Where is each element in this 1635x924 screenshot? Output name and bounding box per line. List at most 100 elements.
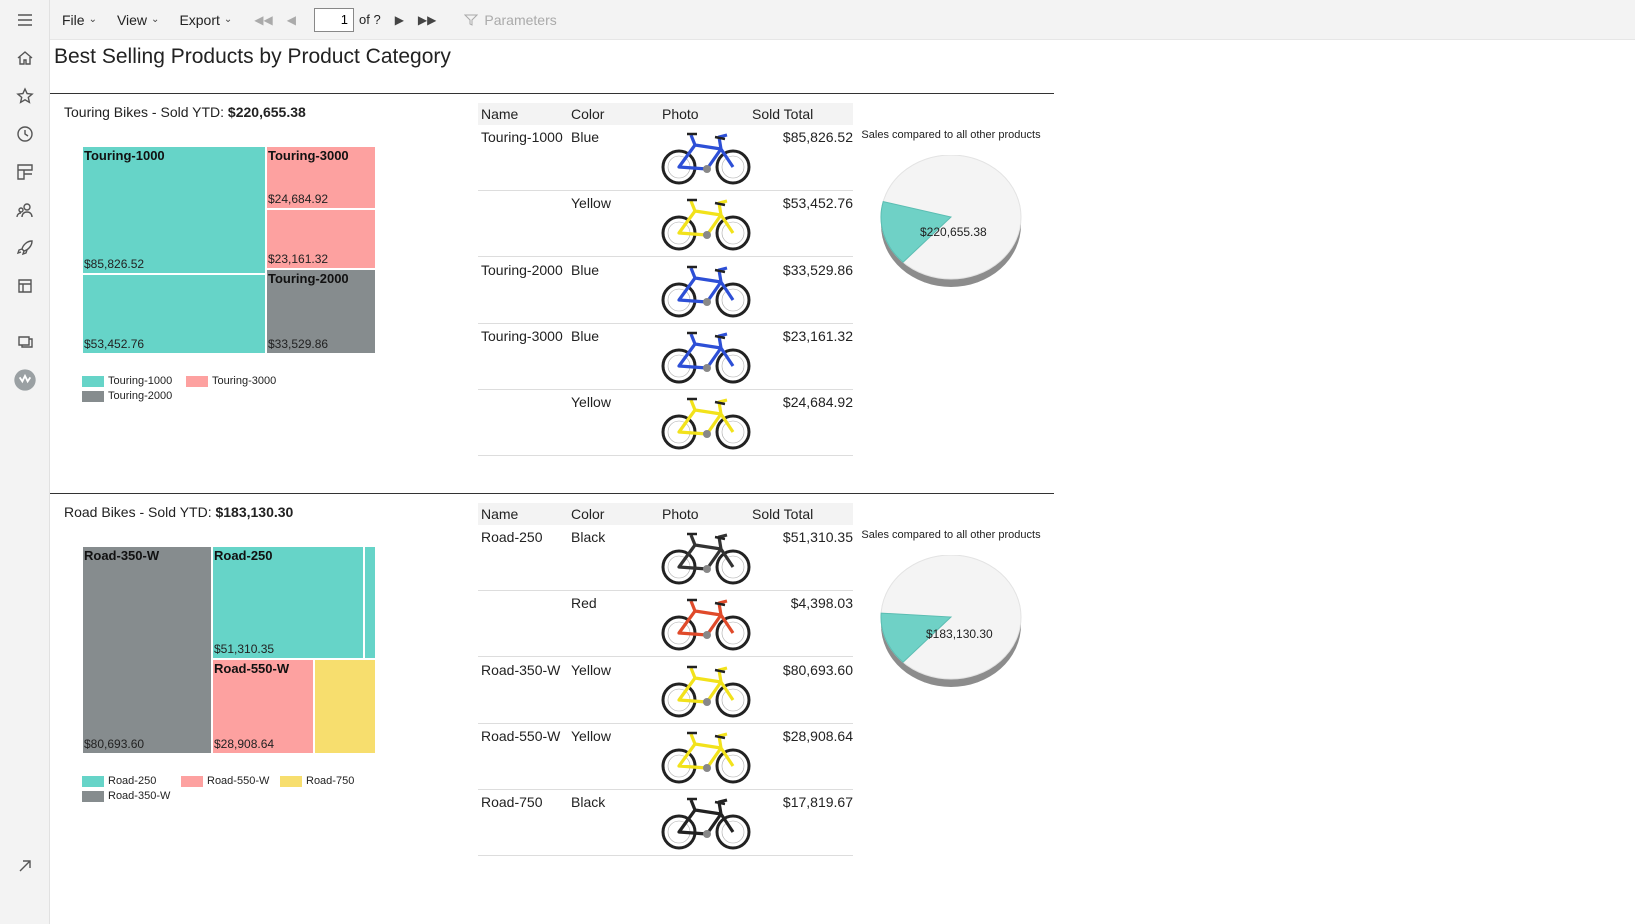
file-menu[interactable]: File ⌄ [62,12,97,28]
sales-comparison-pie: Sales compared to all other products $183… [846,529,1056,709]
treemap-cell-value: $51,310.35 [214,642,275,656]
legend-swatch [280,775,302,787]
table-header-cell: Color [571,106,605,122]
treemap-cell[interactable] [314,659,376,754]
legend-swatch [82,375,104,387]
bike-photo-image [661,731,751,784]
export-menu[interactable]: Export ⌄ [179,12,232,28]
product-sold-total-cell: $85,826.52 [782,129,853,145]
legend-label: Road-750 [306,775,355,787]
treemap-cell[interactable]: $53,452.76 [82,274,266,354]
my-workspace-icon[interactable] [13,330,37,354]
product-color-cell: Blue [571,328,600,344]
hamburger-menu-icon[interactable] [13,8,37,32]
product-color-cell: Blue [571,129,600,145]
page-number-input[interactable] [314,7,354,32]
report-toolbar: File⌄ View⌄ Export⌄ ◀◀ ◀ of ? ▶ ▶▶ Param… [50,0,1635,40]
treemap-cell-name: Touring-3000 [268,148,349,163]
product-sold-total-cell: $4,398.03 [790,595,853,611]
pie-value-label: $183,130.30 [926,627,993,641]
treemap-cell-name: Road-250 [214,548,273,563]
table-row: Touring-3000 Blue $23,161.32 [478,324,853,390]
product-table: Name Color Photo Sold Total Touring-1000 Blue… [478,103,853,456]
table-header-cell: Sold Total [752,106,814,122]
shared-people-icon[interactable] [13,198,37,222]
treemap-cell[interactable]: Touring-1000 $85,826.52 [82,146,266,274]
user-avatar-icon[interactable] [13,368,37,392]
product-color-cell: Black [571,794,606,810]
road-bikes-section: Road Bikes - Sold YTD: $183,130.30 Road-3… [50,493,1054,913]
product-color-cell: Red [571,595,597,611]
treemap-cell-name: Road-350-W [84,548,160,563]
treemap-cell-value: $24,684.92 [268,192,329,206]
apps-icon[interactable] [13,160,37,184]
legend-item: Touring-2000 [82,390,172,402]
chevron-down-icon: ⌄ [151,14,160,25]
home-icon[interactable] [13,46,37,70]
treemap-cell[interactable]: Road-350-W $80,693.60 [82,546,212,754]
bike-photo-image [661,132,751,185]
legend-label: Touring-3000 [212,375,277,387]
treemap-chart: Touring-1000 $85,826.52 $53,452.76 Touring-… [82,146,388,362]
pie-value-label: $220,655.38 [920,225,987,239]
pie-caption: Sales compared to all other products [861,129,1041,141]
sales-comparison-pie: Sales compared to all other products $220… [846,129,1056,309]
last-page-icon[interactable]: ▶▶ [418,13,436,27]
category-sold-total: $183,130.30 [215,504,294,520]
treemap-cell[interactable]: $23,161.32 [266,209,376,269]
learn-rocket-icon[interactable] [13,236,37,260]
legend-item: Road-750 [280,775,354,787]
recent-clock-icon[interactable] [13,122,37,146]
product-table: Name Color Photo Sold Total Road-250 Black $51… [478,503,853,856]
treemap-cell-value: $53,452.76 [84,337,145,351]
file-menu-label: File [62,11,85,28]
bike-photo-image [661,198,751,251]
chevron-down-icon: ⌄ [88,14,97,25]
legend-item: Road-550-W [181,775,269,787]
parameters-button[interactable]: Parameters [464,12,557,28]
treemap-cell-name: Road-550-W [214,661,290,676]
product-name-cell: Touring-3000 [481,328,563,344]
table-row: Road-550-W Yellow $28,908.64 [478,724,853,790]
legend-swatch [82,775,104,787]
table-header-cell: Sold Total [752,506,814,522]
table-row: Road-350-W Yellow $80,693.60 [478,658,853,724]
treemap-chart: Road-350-W $80,693.60 Road-250 $51,310.35 Ro… [82,546,388,762]
treemap-cell[interactable]: Road-550-W $28,908.64 [212,659,314,754]
workspaces-icon[interactable] [13,274,37,298]
report-title: Best Selling Products by Product Categor… [54,45,451,68]
table-header-cell: Color [571,506,605,522]
next-page-icon[interactable]: ▶ [395,13,404,27]
treemap-cell-value: $28,908.64 [214,737,275,751]
page-count-label: of ? [359,12,381,27]
bike-photo-image [661,397,751,450]
treemap-cell-value: $23,161.32 [268,252,329,266]
treemap-cell-name: Touring-1000 [84,148,165,163]
expand-arrow-icon[interactable] [13,854,37,878]
legend-item: Touring-1000 [82,375,172,387]
view-menu[interactable]: View ⌄ [117,12,159,28]
table-row: Yellow $24,684.92 [478,390,853,456]
legend-label: Touring-1000 [108,375,173,387]
category-sold-prefix: Touring Bikes - Sold YTD: [64,104,228,120]
bike-photo-image [661,265,751,318]
treemap-cell[interactable]: Touring-3000 $24,684.92 [266,146,376,209]
product-name-cell: Road-350-W [481,662,561,678]
previous-page-icon[interactable]: ◀ [287,13,296,27]
legend-label: Road-550-W [207,775,270,787]
product-name-cell: Road-750 [481,794,543,810]
treemap-cell[interactable]: Road-250 $51,310.35 [212,546,364,659]
treemap-cell-value: $80,693.60 [84,737,145,751]
treemap-cell-value: $33,529.86 [268,337,329,351]
table-row: Yellow $53,452.76 [478,191,853,257]
pie-caption: Sales compared to all other products [861,529,1041,541]
legend-label: Touring-2000 [108,390,173,402]
product-sold-total-cell: $51,310.35 [782,529,853,545]
treemap-cell[interactable] [364,546,376,659]
category-sold-ytd-title: Road Bikes - Sold YTD: $183,130.30 [64,504,293,520]
favorites-star-icon[interactable] [13,84,37,108]
first-page-icon[interactable]: ◀◀ [254,13,272,27]
table-row: Touring-1000 Blue $85,826.52 [478,125,853,191]
legend-item: Road-350-W [82,790,170,802]
treemap-cell[interactable]: Touring-2000 $33,529.86 [266,269,376,354]
